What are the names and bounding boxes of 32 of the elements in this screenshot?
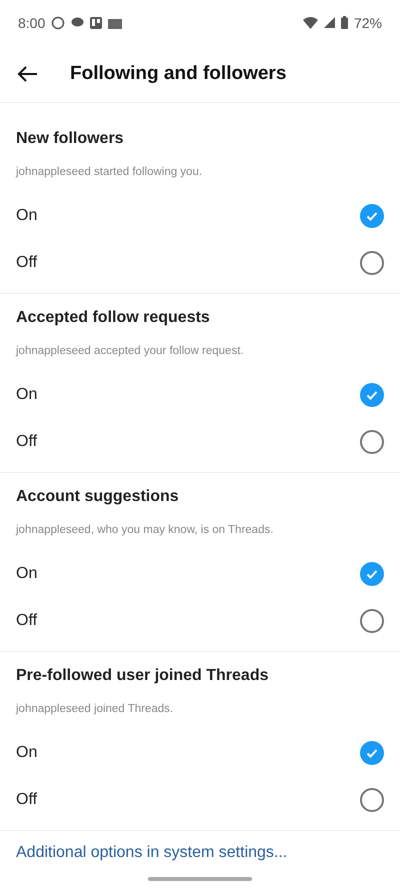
section-title: Accepted follow requests <box>15 308 211 328</box>
option-label: On <box>16 564 38 582</box>
option-label: Off <box>16 612 38 630</box>
radio-button[interactable] <box>360 562 384 586</box>
section-description: johnappleseed joined Threads. <box>14 702 174 717</box>
section-title: New followers <box>15 129 125 149</box>
radio-button[interactable] <box>360 608 384 632</box>
section-title: Pre-followed user joined Threads <box>15 666 270 686</box>
signal-icon <box>324 17 335 28</box>
wifi-icon <box>302 16 318 28</box>
status-time: 8:00 <box>18 14 46 30</box>
section-description: johnappleseed accepted your follow request. <box>14 344 245 359</box>
section-description: johnappleseed started following you. <box>14 165 204 180</box>
system-settings-link[interactable]: Additional options in system settings... <box>0 843 400 863</box>
battery-icon <box>340 16 348 29</box>
section-description: johnappleseed, who you may know, is on Threads. <box>14 523 274 538</box>
option-label: Off <box>16 432 38 450</box>
radio-button[interactable] <box>360 250 384 274</box>
option-label: Off <box>16 254 38 272</box>
option-label: Off <box>16 790 38 808</box>
radio-button[interactable] <box>360 740 384 764</box>
option-label: On <box>16 386 38 404</box>
radio-button[interactable] <box>360 430 384 454</box>
radio-button[interactable] <box>360 204 384 228</box>
page-title: Following and followers <box>70 62 286 84</box>
option-label: On <box>16 744 38 762</box>
section-title: Account suggestions <box>15 487 180 507</box>
radio-button[interactable] <box>360 382 384 406</box>
option-label: On <box>16 206 38 224</box>
board-icon <box>90 16 102 28</box>
battery-percentage: 72% <box>354 14 382 30</box>
radio-button[interactable] <box>360 788 384 812</box>
